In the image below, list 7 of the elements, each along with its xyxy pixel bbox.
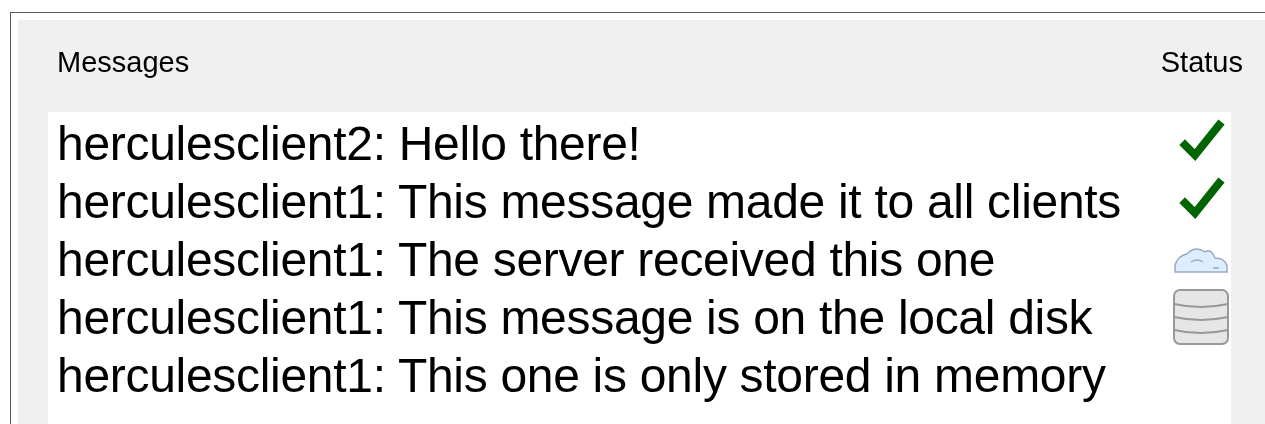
message-text: herculesclient1: This one is only stored in memory [57,347,1106,403]
column-header: Messages [57,45,190,80]
message-text: herculesclient1: This message is on the local disk [57,289,1093,345]
column-header: Status [1160,45,1243,80]
message-text: herculesclient2: Hello there! [57,115,641,171]
message-text: herculesclient1: The server received this one [57,231,996,287]
message-text: herculesclient1: This message made it to all clients [57,173,1122,229]
